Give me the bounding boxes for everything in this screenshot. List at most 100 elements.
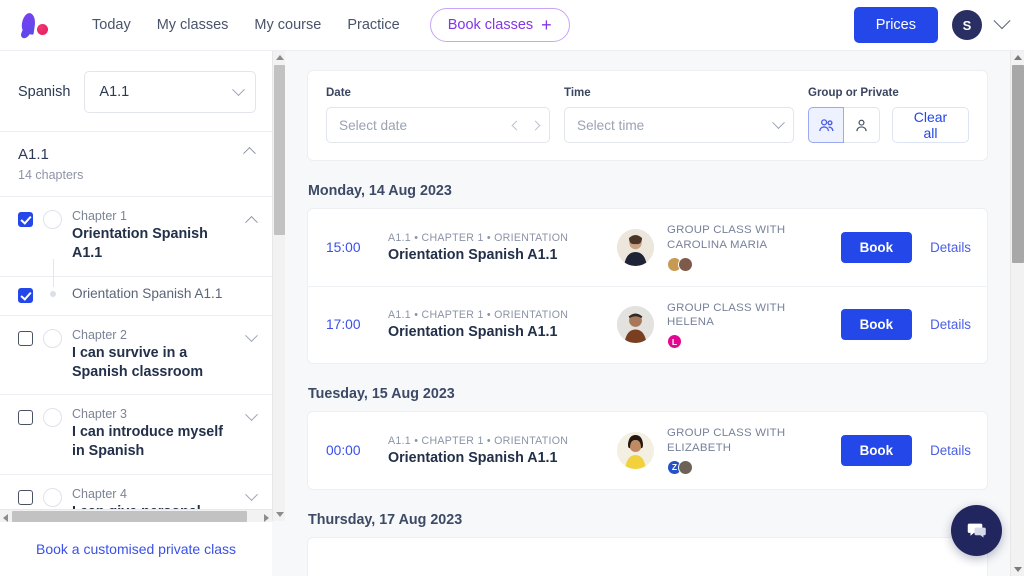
- class-with-info: GROUP CLASS WITH CAROLINA MARIA: [667, 223, 841, 272]
- book-classes-button[interactable]: Book classes +: [429, 8, 570, 42]
- class-info: A1.1 • CHAPTER 1 • ORIENTATION Orientati…: [388, 232, 613, 263]
- details-link[interactable]: Details: [930, 443, 971, 458]
- scroll-left-arrow-icon[interactable]: [3, 514, 8, 522]
- main-nav: Today My classes My course Practice Book…: [92, 8, 570, 42]
- book-button[interactable]: Book: [840, 309, 913, 341]
- chapter-checkbox[interactable]: [18, 410, 33, 426]
- book-private-class-link[interactable]: Book a customised private class: [36, 541, 236, 557]
- group-private-toggle: [808, 107, 880, 143]
- chevron-down-icon[interactable]: [245, 408, 258, 422]
- date-input[interactable]: Select date: [326, 107, 550, 143]
- private-class-toggle-button[interactable]: [844, 107, 880, 143]
- chapter-progress-circle: [43, 487, 62, 507]
- level-select-value: A1.1: [99, 84, 130, 100]
- scroll-down-arrow-icon[interactable]: [1014, 567, 1022, 572]
- details-link[interactable]: Details: [930, 317, 971, 332]
- book-button[interactable]: Book: [840, 435, 913, 467]
- scroll-right-arrow-icon[interactable]: [264, 514, 269, 522]
- details-link[interactable]: Details: [930, 240, 971, 255]
- chat-support-button[interactable]: [951, 505, 1002, 556]
- course-language-label: Spanish: [18, 84, 71, 100]
- level-panel-title: A1.1: [18, 146, 49, 163]
- course-selector-row: Spanish A1.1: [0, 51, 272, 131]
- plus-icon: +: [541, 15, 552, 35]
- class-row: 15:00 A1.1 • CHAPTER 1 • ORIENTATION Ori…: [308, 209, 987, 286]
- class-with-info: GROUP CLASS WITH HELENA L: [667, 301, 841, 350]
- chevron-down-icon[interactable]: [245, 328, 258, 342]
- chevron-up-icon[interactable]: [245, 215, 258, 229]
- participant-avatars: L: [667, 334, 841, 350]
- nav-item-practice[interactable]: Practice: [347, 17, 399, 33]
- sidebar-vertical-scrollbar[interactable]: [272, 51, 285, 521]
- teacher-avatar: [617, 306, 654, 344]
- chapter-number: Chapter 2: [72, 327, 127, 342]
- chapter-checkbox[interactable]: [18, 330, 33, 346]
- class-row: 00:00 A1.1 • CHAPTER 1 • ORIENTATION Ori…: [308, 412, 987, 489]
- chapter-title: I can introduce myself in Spanish: [72, 424, 223, 460]
- nav-item-my-classes[interactable]: My classes: [157, 17, 229, 33]
- chapter-number: Chapter 4: [72, 486, 127, 501]
- chapter-progress-circle: [43, 408, 62, 428]
- chevron-down-icon[interactable]: [993, 12, 1011, 30]
- chapter-checkbox[interactable]: [18, 212, 33, 227]
- chat-bubble-icon: [967, 523, 986, 538]
- clear-all-button[interactable]: Clear all: [892, 107, 969, 143]
- class-with-label: GROUP CLASS WITH CAROLINA MARIA: [667, 224, 786, 251]
- level-select[interactable]: A1.1: [84, 71, 256, 113]
- prev-date-arrow-icon[interactable]: [511, 120, 522, 130]
- nav-item-today[interactable]: Today: [92, 17, 131, 33]
- teacher-avatar: [617, 432, 654, 470]
- teacher-photo-icon: [617, 228, 654, 266]
- user-avatar[interactable]: S: [952, 10, 982, 40]
- class-with-label: GROUP CLASS WITH ELIZABETH: [667, 427, 786, 455]
- scroll-up-arrow-icon[interactable]: [276, 55, 284, 60]
- class-group-monday: 15:00 A1.1 • CHAPTER 1 • ORIENTATION Ori…: [307, 208, 988, 365]
- sidebar-footer: Book a customised private class: [0, 522, 272, 576]
- scroll-up-arrow-icon[interactable]: [1014, 55, 1022, 60]
- time-select[interactable]: Select time: [564, 107, 794, 143]
- next-date-arrow-icon[interactable]: [530, 120, 541, 130]
- group-private-label: Group or Private: [808, 87, 899, 99]
- scrollbar-thumb[interactable]: [1012, 65, 1024, 263]
- prices-button[interactable]: Prices: [853, 7, 938, 43]
- time-filter-label: Time: [564, 87, 591, 99]
- scroll-down-arrow-icon[interactable]: [276, 512, 284, 517]
- book-button[interactable]: Book: [840, 231, 913, 263]
- chapter-number: Chapter 3: [72, 407, 127, 422]
- single-person-icon: [856, 119, 867, 131]
- date-placeholder: Select date: [339, 117, 408, 133]
- main-content: Date Select date Time Select time Group: [286, 51, 1010, 576]
- class-row: 17:00 A1.1 • CHAPTER 1 • ORIENTATION Ori…: [308, 285, 987, 364]
- chapter-item-1[interactable]: Chapter 1 Orientation Spanish A1.1: [0, 197, 272, 277]
- teacher-avatar: [617, 228, 654, 266]
- chevron-up-icon[interactable]: [243, 146, 256, 160]
- booking-app: Today My classes My course Practice Book…: [0, 0, 1024, 576]
- lesson-item[interactable]: Orientation Spanish A1.1: [0, 258, 272, 315]
- participant-avatar: L: [667, 334, 682, 350]
- nav-item-my-course[interactable]: My course: [254, 17, 321, 33]
- lesson-checkbox[interactable]: [18, 287, 33, 303]
- class-breadcrumb: A1.1 • CHAPTER 1 • ORIENTATION: [388, 435, 569, 448]
- day-header: Thursday, 17 Aug 2023: [308, 511, 463, 528]
- page-vertical-scrollbar[interactable]: [1010, 51, 1024, 576]
- class-with-label: GROUP CLASS WITH HELENA: [667, 301, 786, 329]
- chapter-item-2[interactable]: Chapter 2 I can survive in a Spanish cla…: [0, 314, 272, 396]
- class-time: 17:00: [326, 317, 361, 333]
- scrollbar-thumb[interactable]: [274, 65, 285, 235]
- class-group-tuesday: 00:00 A1.1 • CHAPTER 1 • ORIENTATION Ori…: [307, 411, 988, 490]
- class-group-thursday: [307, 536, 988, 576]
- group-private-filter-group: Group or Private Clear all: [808, 87, 969, 143]
- scrollbar-thumb[interactable]: [12, 511, 247, 522]
- chevron-down-icon[interactable]: [245, 488, 258, 501]
- group-class-toggle-button[interactable]: [808, 107, 844, 143]
- class-breadcrumb: A1.1 • CHAPTER 1 • ORIENTATION: [388, 309, 569, 322]
- sidebar-horizontal-scrollbar[interactable]: [0, 509, 272, 522]
- level-panel-subtitle: 14 chapters: [18, 168, 84, 182]
- class-actions: Book Details: [840, 435, 971, 467]
- brand-logo-icon[interactable]: [18, 10, 52, 40]
- class-actions: Book Details: [840, 231, 971, 263]
- chapter-title: I can survive in a Spanish classroom: [72, 344, 204, 380]
- level-panel-header[interactable]: A1.1 14 chapters: [0, 131, 272, 197]
- chapter-item-3[interactable]: Chapter 3 I can introduce myself in Span…: [0, 395, 272, 475]
- chapter-checkbox[interactable]: [18, 489, 33, 505]
